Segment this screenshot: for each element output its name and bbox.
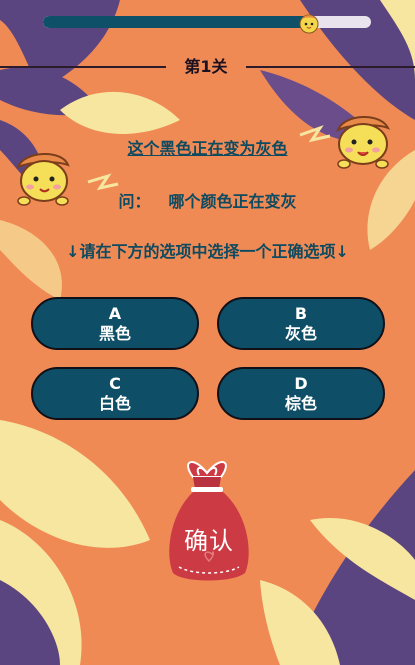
option-letter: C <box>109 373 121 393</box>
option-b-button[interactable]: B 灰色 <box>217 297 385 350</box>
progress-fill <box>43 16 309 28</box>
option-letter: D <box>294 373 308 393</box>
option-text: 黑色 <box>98 323 131 343</box>
bag-icon <box>169 461 249 581</box>
option-letter: B <box>294 303 308 323</box>
prompt-label: 问： <box>118 192 151 211</box>
question-statement: 这个黑色正在变为灰色 <box>127 139 288 158</box>
instruction-text: ↓请在下方的选项中选择一个正确选项↓ <box>66 242 349 261</box>
option-text: 灰色 <box>284 323 317 343</box>
option-text: 白色 <box>98 393 131 413</box>
progress-mascot-icon <box>299 14 319 34</box>
level-divider-right <box>246 66 415 68</box>
level-divider-left <box>0 66 166 68</box>
prompt-text: 哪个颜色正在变灰 <box>168 192 297 211</box>
option-d-button[interactable]: D 棕色 <box>217 367 385 420</box>
option-letter: A <box>108 303 122 323</box>
option-a-button[interactable]: A 黑色 <box>31 297 199 350</box>
confirm-label: 确认 <box>184 527 234 555</box>
option-c-button[interactable]: C 白色 <box>31 367 199 420</box>
confirm-button[interactable]: 确认 <box>163 455 255 585</box>
level-title: 第1关 <box>184 57 228 76</box>
option-text: 棕色 <box>284 393 317 413</box>
question-prompt: 问： 哪个颜色正在变灰 <box>0 188 415 212</box>
progress-bar <box>43 16 371 28</box>
